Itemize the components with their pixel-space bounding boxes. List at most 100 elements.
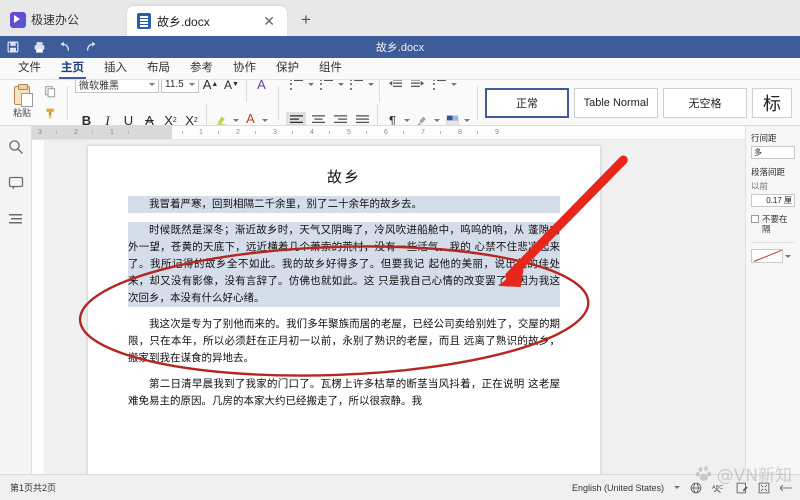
- chevron-down-icon[interactable]: [434, 119, 440, 122]
- multilevel-list-button[interactable]: [346, 80, 366, 94]
- superscript-button[interactable]: X2: [161, 111, 180, 125]
- chevron-down-icon[interactable]: [233, 119, 239, 122]
- highlight-color-button[interactable]: [212, 111, 231, 125]
- save-icon[interactable]: [0, 36, 26, 58]
- align-right-button[interactable]: [330, 112, 350, 125]
- grow-font-label: A: [202, 80, 212, 92]
- bold-button[interactable]: B: [77, 111, 96, 125]
- comment-icon[interactable]: [7, 174, 25, 192]
- strikethrough-button[interactable]: A: [140, 111, 159, 125]
- font-size-value: 11.5: [165, 80, 184, 90]
- ribbon-tab-protect[interactable]: 保护: [266, 58, 309, 79]
- line-style-preview[interactable]: [751, 249, 783, 263]
- clear-format-button[interactable]: A: [252, 80, 271, 94]
- line-style-preview-row[interactable]: [751, 249, 795, 263]
- justify-button[interactable]: [352, 112, 372, 125]
- line-spacing-button[interactable]: [429, 80, 449, 94]
- status-bar: 第1页共2页 English (United States) ABC: [0, 474, 800, 500]
- copy-icon[interactable]: [40, 82, 60, 102]
- resize-icon[interactable]: [780, 483, 792, 493]
- align-left-button[interactable]: [286, 111, 306, 125]
- no-space-checkbox-row[interactable]: 不要在 隔: [751, 214, 795, 234]
- search-icon[interactable]: [7, 138, 25, 156]
- font-color-button[interactable]: A: [241, 112, 260, 125]
- fit-page-icon[interactable]: [758, 482, 770, 494]
- new-tab-button[interactable]: +: [287, 10, 321, 36]
- document-tab-label: 故乡.docx: [157, 14, 210, 29]
- chevron-down-icon[interactable]: [404, 119, 410, 122]
- format-painter-icon[interactable]: [40, 104, 60, 124]
- language-globe-icon[interactable]: [690, 482, 702, 494]
- chevron-down-icon[interactable]: [338, 83, 344, 86]
- undo-icon[interactable]: [52, 36, 78, 58]
- vertical-ruler[interactable]: [32, 140, 45, 474]
- chevron-down-icon[interactable]: [451, 83, 457, 86]
- shrink-font-button[interactable]: A ▼: [222, 80, 241, 94]
- spacing-before-label: 以前: [751, 181, 769, 191]
- font-size-combo[interactable]: 11.5: [161, 80, 199, 93]
- line-spacing-field[interactable]: 多: [751, 146, 795, 159]
- ribbon-tab-layout[interactable]: 布局: [137, 58, 180, 79]
- app-name: 极速办公: [31, 13, 80, 27]
- numbered-list-button[interactable]: [316, 80, 336, 94]
- ribbon-tab-home[interactable]: 主页: [51, 58, 94, 79]
- style-normal[interactable]: 正常: [485, 87, 569, 118]
- ribbon-tab-collaborate[interactable]: 协作: [223, 58, 266, 79]
- horizontal-ruler[interactable]: 3 2 1 1 2 3 4 5 6 7 8 9: [32, 126, 745, 140]
- chevron-down-icon[interactable]: [785, 254, 791, 258]
- app-badge[interactable]: 极速办公: [0, 11, 91, 36]
- increase-indent-button[interactable]: [407, 80, 427, 94]
- document-tab[interactable]: 故乡.docx ✕: [127, 6, 288, 36]
- print-icon[interactable]: [26, 36, 52, 58]
- paragraph-group: ¶: [282, 80, 474, 126]
- align-center-button[interactable]: [308, 112, 328, 125]
- language-label[interactable]: English (United States): [572, 483, 664, 493]
- italic-button[interactable]: I: [98, 111, 117, 126]
- spacing-before-field[interactable]: 0.17 厘: [751, 194, 795, 207]
- page-indicator[interactable]: 第1页共2页: [0, 481, 56, 494]
- ribbon-tab-references[interactable]: 参考: [180, 58, 223, 79]
- status-right-group: English (United States) ABC: [572, 482, 800, 494]
- divider: [751, 242, 795, 243]
- left-navigation-rail: [0, 126, 32, 474]
- underline-button[interactable]: U: [119, 111, 138, 125]
- paste-button[interactable]: 粘贴: [4, 81, 40, 125]
- style-table-normal[interactable]: Table Normal: [574, 87, 658, 118]
- style-no-spacing[interactable]: 无空格: [663, 87, 747, 118]
- font-name-combo[interactable]: 微软雅黑: [75, 80, 159, 93]
- paragraph-3[interactable]: 我这次是专为了别他而来的。我们多年聚族而居的老屋，已经公司卖给别姓了，交屋的期限…: [128, 316, 560, 367]
- checkbox-icon[interactable]: [751, 215, 759, 223]
- chevron-down-icon[interactable]: [262, 119, 268, 122]
- chevron-down-icon[interactable]: [674, 486, 680, 489]
- paragraph-1[interactable]: 我冒着严寒，回到相隔二千余里，别了二十余年的故乡去。: [128, 196, 560, 213]
- document-canvas[interactable]: 故乡 我冒着严寒，回到相隔二千余里，别了二十余年的故乡去。 时候既然是深冬；渐近…: [45, 140, 745, 474]
- borders-button[interactable]: [442, 112, 462, 125]
- paragraph-2[interactable]: 时候既然是深冬；渐近故乡时，天气又阴晦了，冷风吹进船舱中，呜呜的响，从 蓬隙向外…: [128, 222, 560, 307]
- ribbon-tab-insert[interactable]: 插入: [94, 58, 137, 79]
- chevron-down-icon[interactable]: [464, 119, 470, 122]
- document-page[interactable]: 故乡 我冒着严寒，回到相隔二千余里，别了二十余年的故乡去。 时候既然是深冬；渐近…: [88, 146, 600, 474]
- close-icon[interactable]: ✕: [259, 13, 279, 30]
- track-changes-icon[interactable]: [736, 482, 748, 494]
- show-marks-button[interactable]: ¶: [383, 111, 402, 125]
- shading-button[interactable]: [412, 112, 432, 126]
- ribbon-tab-components[interactable]: 组件: [309, 58, 352, 79]
- grow-font-button[interactable]: A ▲: [201, 80, 220, 94]
- chevron-down-icon[interactable]: [308, 83, 314, 86]
- font-name-value: 微软雅黑: [79, 81, 119, 92]
- ruler-number: 3: [38, 129, 42, 136]
- decrease-indent-button[interactable]: [385, 80, 405, 94]
- ribbon-tab-bar: 文件 主页 插入 布局 参考 协作 保护 组件: [0, 58, 800, 80]
- outline-icon[interactable]: [7, 210, 25, 228]
- redo-icon[interactable]: [78, 36, 104, 58]
- shrink-font-label: A: [224, 80, 233, 92]
- style-heading[interactable]: 标: [752, 87, 792, 118]
- paragraph-4[interactable]: 第二日清早晨我到了我家的门口了。瓦楞上许多枯草的断茎当风抖着，正在说明 这老屋难…: [128, 376, 560, 410]
- ribbon-tab-file[interactable]: 文件: [8, 58, 51, 79]
- bullet-list-button[interactable]: [286, 80, 306, 94]
- ruler-number: 1: [110, 129, 114, 136]
- chevron-down-icon[interactable]: [368, 83, 374, 86]
- spellcheck-icon[interactable]: ABC: [712, 482, 726, 494]
- subscript-button[interactable]: X2: [182, 111, 201, 125]
- divider: [67, 85, 68, 120]
